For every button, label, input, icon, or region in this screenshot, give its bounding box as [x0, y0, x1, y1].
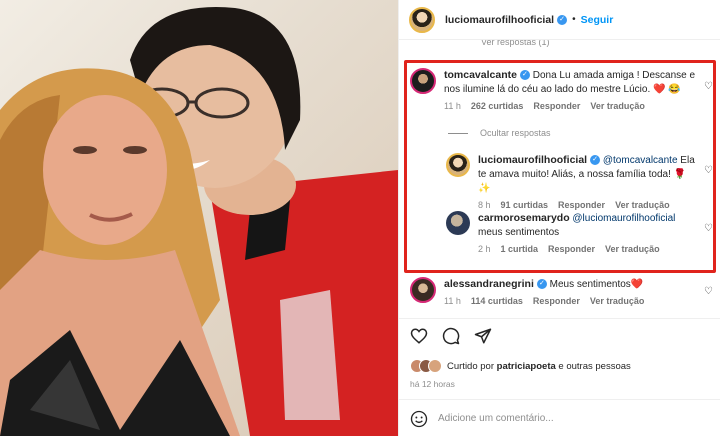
- comment-time: 2 h: [478, 244, 491, 254]
- paper-plane-icon[interactable]: [474, 327, 492, 345]
- add-comment-input[interactable]: [438, 413, 688, 424]
- comment-likes[interactable]: 1 curtida: [501, 244, 539, 254]
- separator-dot: •: [572, 14, 576, 25]
- reply-luciomaurofilhooficial: luciomaurofilhooficial ✓ @tomcavalcante E…: [446, 153, 708, 210]
- translate-button[interactable]: Ver tradução: [615, 200, 670, 210]
- comment-meta: 11 h 262 curtidas Responder Ver tradução: [444, 101, 704, 111]
- translate-button[interactable]: Ver tradução: [590, 101, 645, 111]
- comment-bubble-icon[interactable]: [442, 327, 460, 345]
- commenter-username[interactable]: alessandranegrini: [444, 278, 534, 290]
- post-actions: Curtido por patriciapoeta e outras pesso…: [398, 318, 720, 436]
- post-header: luciomaurofilhooficial ✓ • Seguir: [399, 0, 720, 40]
- comment-likes[interactable]: 91 curtidas: [501, 200, 549, 210]
- comment-text-line: carmorosemarydo @luciomaurofilhooficial …: [478, 211, 696, 240]
- liked-by-user[interactable]: patriciapoeta: [497, 361, 556, 372]
- comment-body: tomcavalcante ✓ Dona Lu amada amiga ! Des…: [444, 68, 704, 111]
- commenter-username[interactable]: carmorosemarydo: [478, 212, 570, 224]
- commenter-avatar[interactable]: [446, 153, 470, 177]
- clipped-view-replies[interactable]: Ver respostas (1): [481, 40, 550, 48]
- comment-text-line: alessandranegrini ✓ Meus sentimentos❤️: [444, 277, 704, 292]
- comment-text: meus sentimentos: [478, 227, 560, 238]
- comment-time: 11 h: [444, 101, 461, 111]
- author-username[interactable]: luciomaurofilhooficial: [445, 14, 554, 26]
- comment-meta: 2 h 1 curtida Responder Ver tradução: [478, 244, 696, 254]
- comment-time: 11 h: [444, 296, 461, 306]
- verified-badge-icon: ✓: [590, 155, 601, 166]
- comment-likes[interactable]: 114 curtidas: [471, 296, 523, 306]
- follow-button[interactable]: Seguir: [581, 14, 614, 26]
- comment-body: carmorosemarydo @luciomaurofilhooficial …: [478, 211, 696, 254]
- reply-button[interactable]: Responder: [533, 296, 580, 306]
- like-comment-heart-icon[interactable]: ♡: [704, 166, 714, 176]
- translate-button[interactable]: Ver tradução: [590, 296, 645, 306]
- commenter-avatar[interactable]: [446, 211, 470, 235]
- liked-by-prefix: Curtido por: [447, 360, 494, 372]
- commenter-username[interactable]: tomcavalcante: [444, 69, 517, 81]
- mention-link[interactable]: @tomcavalcante: [603, 155, 678, 166]
- comment-alessandranegrini: alessandranegrini ✓ Meus sentimentos❤️ 11…: [410, 277, 710, 306]
- comment-text-line: tomcavalcante ✓ Dona Lu amada amiga ! Des…: [444, 68, 704, 97]
- like-comment-heart-icon[interactable]: ♡: [704, 82, 714, 92]
- comment-body: luciomaurofilhooficial ✓ @tomcavalcante E…: [478, 153, 696, 210]
- commenter-avatar[interactable]: [410, 68, 436, 94]
- add-comment-bar: [398, 399, 720, 436]
- commenter-avatar[interactable]: [410, 277, 436, 303]
- smiley-icon[interactable]: [410, 410, 428, 428]
- comment-text-line: luciomaurofilhooficial ✓ @tomcavalcante E…: [478, 153, 696, 196]
- comment-likes[interactable]: 262 curtidas: [471, 101, 524, 111]
- like-comment-heart-icon[interactable]: ♡: [704, 287, 714, 297]
- reply-button[interactable]: Responder: [548, 244, 595, 254]
- comment-text: Meus sentimentos❤️: [549, 279, 644, 290]
- author-avatar[interactable]: [409, 6, 435, 33]
- verified-badge-icon: ✓: [519, 70, 530, 81]
- verified-badge-icon: ✓: [557, 14, 568, 25]
- replies-divider-line: [448, 132, 468, 134]
- liked-by-suffix[interactable]: e outras pessoas: [558, 361, 630, 372]
- post-timestamp[interactable]: há 12 horas: [410, 379, 455, 389]
- commenter-username[interactable]: luciomaurofilhooficial: [478, 154, 587, 166]
- comment-meta: 11 h 114 curtidas Responder Ver tradução: [444, 296, 704, 306]
- post-photo: [0, 0, 398, 436]
- comment-meta: 8 h 91 curtidas Responder Ver tradução: [478, 200, 696, 210]
- mention-link[interactable]: @luciomaurofilhooficial: [572, 213, 675, 224]
- translate-button[interactable]: Ver tradução: [605, 244, 660, 254]
- reply-button[interactable]: Responder: [558, 200, 605, 210]
- hide-replies-label: Ocultar respostas: [480, 128, 551, 138]
- reply-carmorosemarydo: carmorosemarydo @luciomaurofilhooficial …: [446, 211, 708, 254]
- post-photo-illustration: [0, 7, 398, 436]
- liked-by-text: Curtido por patriciapoeta e outras pesso…: [447, 361, 631, 372]
- reply-button[interactable]: Responder: [533, 101, 580, 111]
- hide-replies-toggle[interactable]: Ocultar respostas: [448, 128, 551, 138]
- action-icons: [410, 327, 492, 345]
- comment-body: alessandranegrini ✓ Meus sentimentos❤️ 11…: [444, 277, 704, 306]
- liker-avatar[interactable]: [428, 359, 442, 373]
- like-comment-heart-icon[interactable]: ♡: [704, 224, 714, 234]
- comment-tomcavalcante: tomcavalcante ✓ Dona Lu amada amiga ! Des…: [410, 68, 710, 111]
- liked-by-row: Curtido por patriciapoeta e outras pesso…: [410, 359, 631, 373]
- comment-time: 8 h: [478, 200, 491, 210]
- heart-icon[interactable]: [410, 327, 428, 345]
- verified-badge-icon: ✓: [536, 279, 547, 290]
